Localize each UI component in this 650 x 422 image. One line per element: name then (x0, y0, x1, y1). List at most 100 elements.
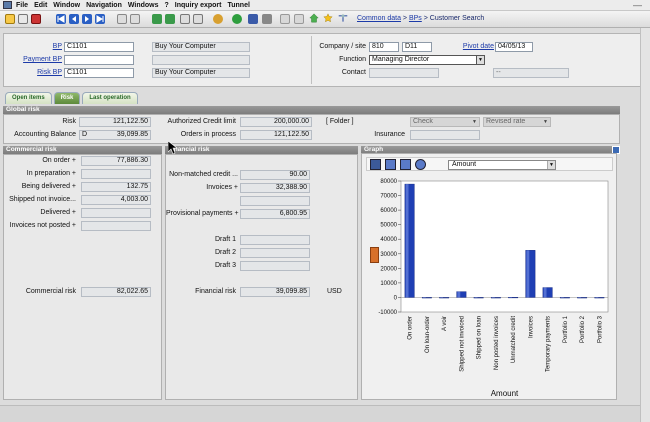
financial-risk-header: Financial risk (165, 146, 358, 154)
bar-highlight (457, 291, 461, 298)
tab-risk[interactable]: Risk (53, 92, 81, 104)
graph-select-dropdown-icon[interactable]: ▼ (547, 161, 555, 169)
payment-bp-label[interactable]: Payment BP (20, 56, 62, 63)
global-risk-header: Global risk (3, 106, 620, 114)
mouse-cursor-icon (168, 141, 178, 155)
shipped-not-invoiced-value: 4,003.00 (81, 195, 151, 205)
menu-navigation[interactable]: Navigation (86, 2, 122, 9)
print-icon[interactable] (180, 14, 190, 24)
next-record-icon[interactable] (82, 14, 92, 24)
revised-rate-dropdown-icon[interactable]: ▼ (543, 119, 548, 125)
draft-1-label: Draft 1 (214, 236, 236, 243)
on-order-value: 77,886.30 (81, 156, 151, 166)
link-icon[interactable] (130, 14, 140, 24)
menu-tunnel[interactable]: Tunnel (227, 2, 249, 9)
pivot-date-label[interactable]: Pivot date (459, 43, 494, 50)
export-icon[interactable] (152, 14, 162, 24)
menu-windows[interactable]: Windows (128, 2, 159, 9)
breadcrumb-common-data[interactable]: Common data (357, 15, 401, 22)
provisional-payments-value: 6,800.95 (240, 209, 310, 219)
company-field[interactable]: 810 (369, 42, 399, 52)
function-label: Function (339, 56, 366, 63)
bar-highlight (509, 297, 513, 298)
bp-name: Buy Your Computer (152, 42, 250, 52)
report-icon[interactable] (193, 14, 203, 24)
bp-field[interactable]: C1101 (64, 42, 134, 52)
x-tick-label: On loan-order (425, 316, 431, 353)
bookmark-icon[interactable] (338, 13, 352, 25)
risk-bp-label[interactable]: Risk BP (28, 69, 62, 76)
graph-measure-select[interactable]: Amount ▼ (448, 160, 556, 170)
draft-1-value (240, 235, 310, 245)
star-icon[interactable] (323, 13, 335, 25)
invoices-not-posted-label: Invoices not posted + (9, 222, 76, 229)
window-icon[interactable] (294, 14, 304, 24)
commercial-risk-total-label: Commercial risk (25, 288, 76, 295)
x-tick-label: Portfolio 3 (597, 315, 603, 343)
first-record-icon[interactable] (56, 14, 66, 24)
check-select[interactable]: Check (410, 117, 480, 127)
user-icon[interactable] (213, 14, 223, 24)
pivot-date-field[interactable]: 04/05/13 (495, 42, 533, 52)
folder-icon[interactable] (5, 14, 15, 24)
risk-value: 121,122.50 (79, 117, 151, 127)
status-bar (0, 405, 640, 422)
breadcrumb-bps[interactable]: BPs (409, 15, 422, 22)
home-icon[interactable] (309, 13, 321, 25)
x-tick-label: Shipped on loan (477, 316, 483, 359)
bar-highlight (543, 287, 547, 298)
save-icon[interactable] (18, 14, 28, 24)
function-select[interactable]: Managing Director (369, 55, 477, 65)
orders-in-process-value: 121,122.50 (240, 130, 312, 140)
y-tick-label: 10000 (380, 281, 397, 287)
tab-open-items[interactable]: Open items (5, 92, 52, 104)
draft-2-label: Draft 2 (214, 249, 236, 256)
function-dropdown-icon[interactable]: ▼ (476, 55, 485, 65)
settings-icon[interactable] (262, 14, 272, 24)
revised-rate-select[interactable]: Revised rate (483, 117, 551, 127)
delete-icon[interactable] (31, 14, 41, 24)
menu-window[interactable]: Window (53, 2, 80, 9)
x-tick-label: Shipped not invoiced (459, 316, 465, 372)
mail-icon[interactable] (248, 14, 258, 24)
contact-field[interactable] (369, 68, 439, 78)
menu-edit[interactable]: Edit (34, 2, 47, 9)
minimize-icon[interactable]: — (633, 0, 642, 10)
bar-chart-icon[interactable] (370, 159, 381, 170)
accounting-balance-label: Accounting Balance (14, 131, 76, 138)
being-delivered-value: 132.75 (81, 182, 151, 192)
area-chart-icon[interactable] (400, 159, 411, 170)
menu-file[interactable]: File (16, 2, 28, 9)
last-record-icon[interactable] (95, 14, 105, 24)
shipped-not-invoiced-label: Shipped not invoice... (9, 196, 76, 203)
line-chart-icon[interactable] (385, 159, 396, 170)
pie-chart-icon[interactable] (415, 159, 426, 170)
being-delivered-label: Being delivered + (21, 183, 76, 190)
menu-help[interactable]: ? (165, 2, 169, 9)
vertical-scrollbar[interactable] (640, 28, 650, 422)
financial-risk-total-label: Financial risk (195, 288, 236, 295)
x-tick-label: Temporary payments (546, 316, 552, 372)
risk-bp-field[interactable]: C1101 (64, 68, 134, 78)
bar-highlight (526, 250, 530, 298)
import-icon[interactable] (165, 14, 175, 24)
payment-bp-field[interactable] (64, 55, 134, 65)
graph-toolbar: Amount ▼ (366, 157, 613, 171)
tab-last-operation[interactable]: Last operation (82, 92, 138, 104)
contact-extra-field: -- (493, 68, 569, 78)
header-divider (311, 36, 312, 84)
header-panel: BP C1101 Buy Your Computer Payment BP Ri… (3, 33, 647, 87)
breadcrumb: Common data > BPs > Customer Search (357, 15, 485, 22)
check-dropdown-icon[interactable]: ▼ (472, 119, 477, 125)
invoices-value: 32,388.90 (240, 183, 310, 193)
x-tick-label: Unmatched credit (511, 316, 517, 363)
attachment-icon[interactable] (117, 14, 127, 24)
help-icon[interactable] (280, 14, 290, 24)
globe-icon[interactable] (232, 14, 242, 24)
site-field[interactable]: D11 (402, 42, 432, 52)
currency-label: USD (327, 288, 342, 295)
bp-label[interactable]: BP (44, 43, 62, 50)
bar-highlight (474, 297, 478, 299)
previous-record-icon[interactable] (69, 14, 79, 24)
menu-inquiry-export[interactable]: Inquiry export (175, 2, 222, 9)
